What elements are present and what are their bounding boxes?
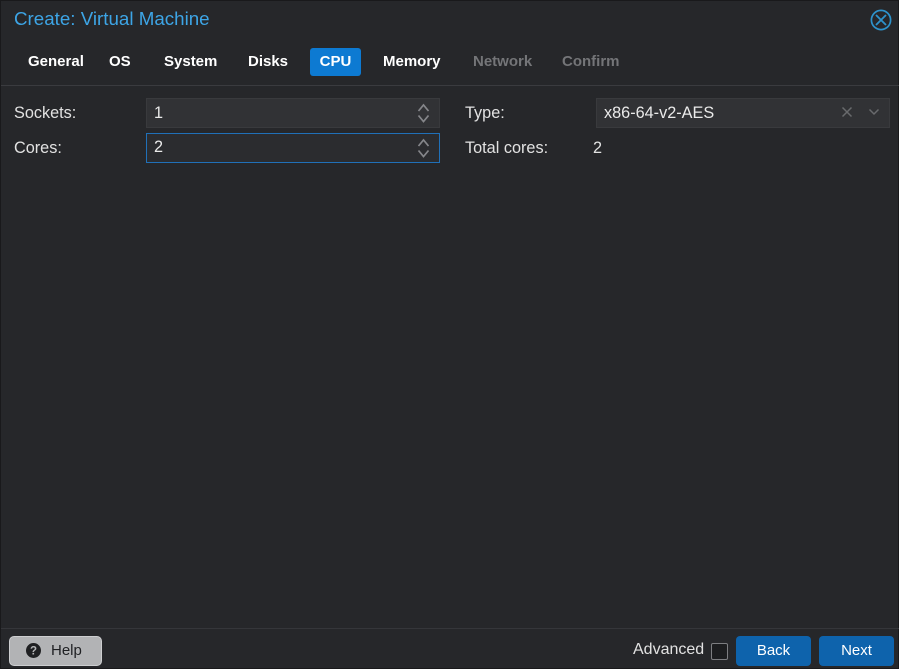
svg-text:?: ? [30, 646, 37, 658]
